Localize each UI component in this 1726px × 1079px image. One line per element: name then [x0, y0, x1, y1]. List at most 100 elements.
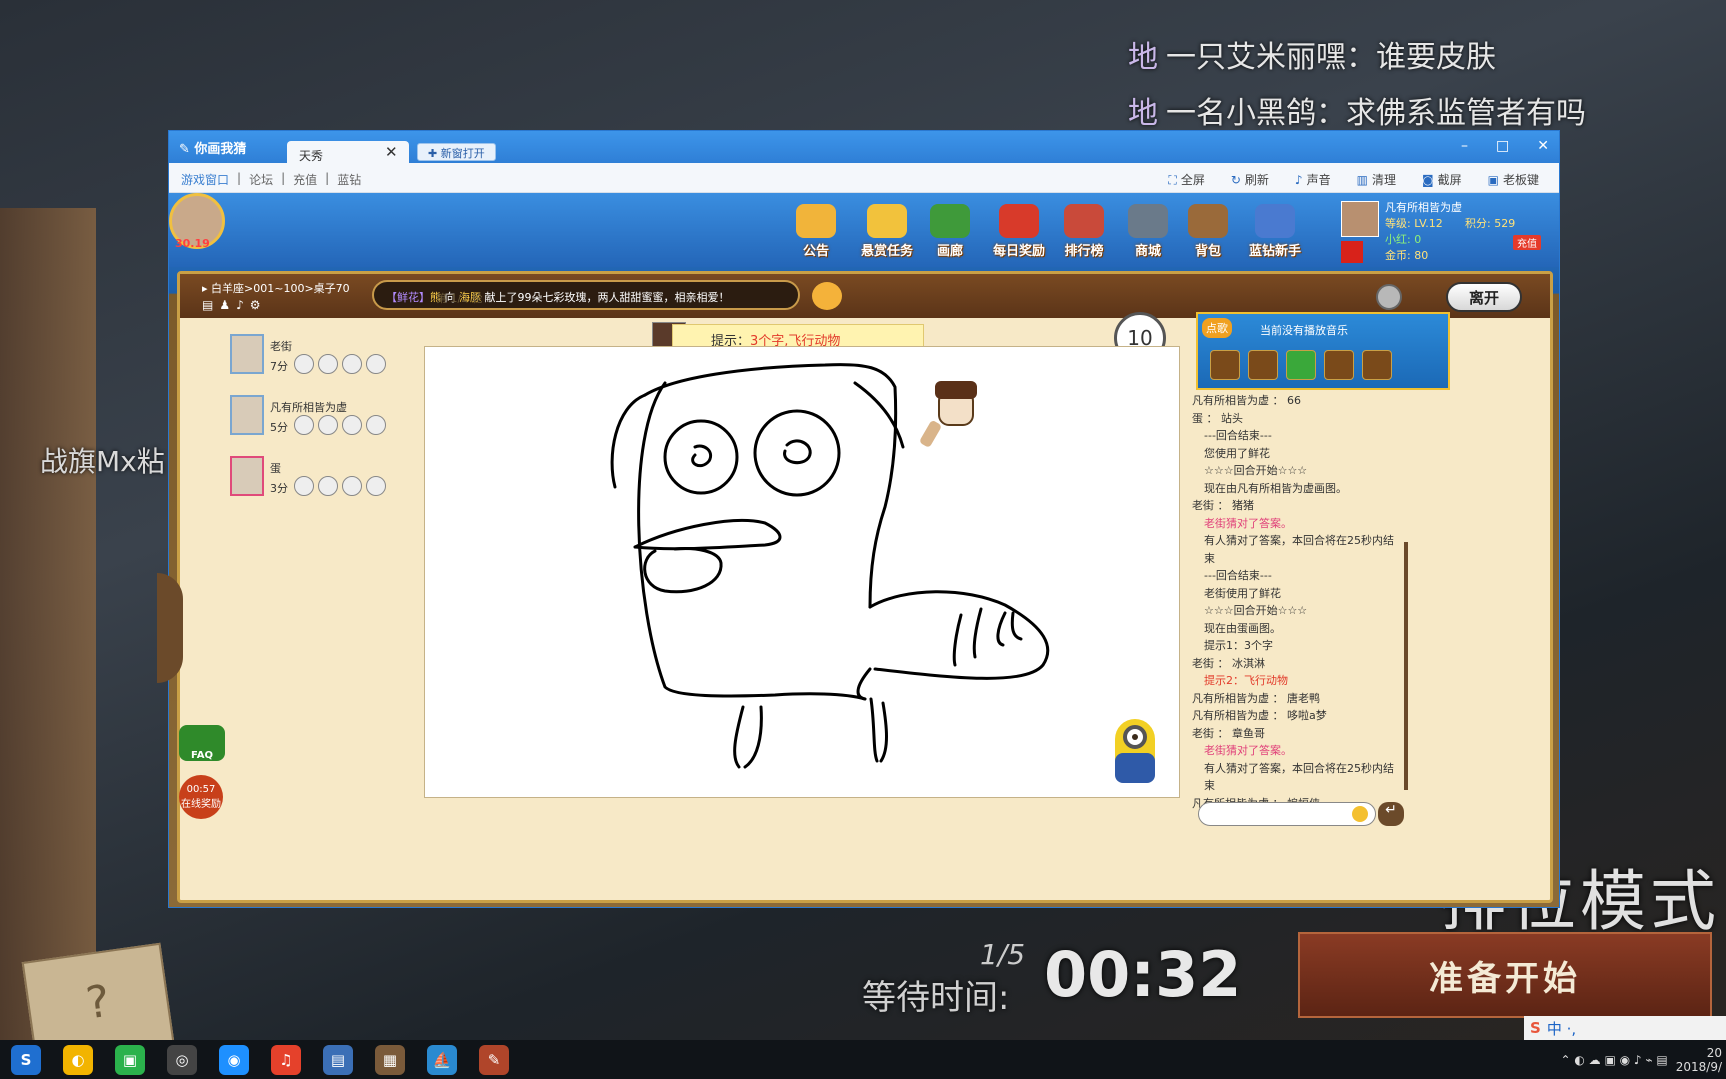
item-slot-icon[interactable] — [1248, 350, 1278, 380]
chat-message: ---回合结束--- — [1204, 569, 1272, 582]
user-points: 积分: 529 — [1465, 217, 1516, 230]
clock[interactable]: 20 2018/9/ — [1676, 1046, 1726, 1074]
boss-key-button[interactable]: ▣ 老板键 — [1488, 171, 1539, 188]
trophy-icon — [867, 204, 907, 238]
gift-icon[interactable] — [366, 354, 386, 374]
mute-icon[interactable] — [318, 354, 338, 374]
player-avatar[interactable] — [230, 334, 264, 374]
maximize-icon[interactable]: □ — [1496, 138, 1509, 154]
player-row[interactable]: 凡有所相皆为虚 5分 — [230, 395, 420, 455]
browser-icon[interactable]: ◉ — [219, 1044, 249, 1075]
menu-blue-diamond[interactable]: 蓝钻 — [337, 171, 361, 188]
chat-message: 现在由凡有所相皆为虚画图。 — [1204, 481, 1347, 495]
chat-message: 凡有所相皆为虚 ： 唐老鸭 — [1192, 691, 1320, 705]
document-icon[interactable]: ▤ — [202, 298, 213, 312]
menu-recharge[interactable]: 充值 — [293, 171, 317, 188]
player-actions — [294, 354, 386, 374]
sogou-icon: S — [1530, 1019, 1541, 1037]
horn-icon[interactable] — [812, 282, 842, 310]
faq-button[interactable]: FAQ — [179, 725, 225, 761]
like-icon[interactable] — [294, 476, 314, 496]
red-packet-icon[interactable] — [1341, 241, 1363, 263]
player-avatar[interactable] — [230, 456, 264, 496]
app-icon[interactable]: ◐ — [63, 1044, 93, 1075]
fullscreen-button[interactable]: ⛶ 全屏 — [1168, 171, 1204, 188]
boat-app-icon[interactable]: ⛵ — [427, 1044, 457, 1075]
chat-message: 老街猜对了答案。 — [1204, 744, 1292, 757]
recharge-button[interactable]: 充值 — [1513, 235, 1541, 250]
player-row[interactable]: 蛋 3分 — [230, 456, 420, 516]
drawing-canvas[interactable] — [424, 346, 1180, 798]
refresh-button[interactable]: ↻ 刷新 — [1231, 171, 1269, 188]
emoji-icon[interactable] — [342, 354, 362, 374]
music-app-icon[interactable]: ♫ — [271, 1044, 301, 1075]
speaker-icon[interactable]: ♪ — [236, 298, 244, 312]
chat-input[interactable] — [1198, 802, 1376, 826]
sound-button[interactable]: ♪ 声音 — [1295, 171, 1331, 188]
speaker-icon: ♪ — [1294, 173, 1303, 187]
menu-links: 游戏窗口 | 论坛 | 充值 | 蓝钻 — [181, 171, 361, 188]
emoji-icon[interactable] — [342, 415, 362, 435]
song-request-button[interactable]: 点歌 — [1202, 318, 1232, 338]
menu-game-window[interactable]: 游戏窗口 — [181, 171, 229, 188]
online-reward-button[interactable]: 00:57 在线奖励 — [179, 775, 223, 819]
mute-icon[interactable] — [318, 415, 338, 435]
ice-cream-sticker — [920, 381, 977, 447]
nav-daily-reward[interactable]: 每日奖励 — [987, 201, 1051, 259]
nav-announcement[interactable]: 公告 — [787, 201, 845, 259]
close-icon[interactable]: ✕ — [1537, 138, 1549, 154]
item-slot-icon[interactable] — [1286, 350, 1316, 380]
nav-gallery[interactable]: 画廊 — [921, 201, 979, 259]
game-window: ✎ 你画我猜 天秀 ✕ ✚ 新窗打开 – □ ✕ 游戏窗口 | 论坛 | 充值 … — [157, 130, 1560, 908]
player-score: 3分 — [270, 482, 288, 495]
screenshot-button[interactable]: ◙ 截屏 — [1422, 171, 1462, 188]
nav-backpack[interactable]: 背包 — [1179, 201, 1237, 259]
minimize-icon[interactable]: – — [1461, 138, 1468, 154]
gift-icon[interactable] — [366, 415, 386, 435]
emoji-icon[interactable] — [1352, 806, 1368, 822]
user-add-icon[interactable]: ♟ — [219, 298, 230, 312]
gift-icon[interactable] — [366, 476, 386, 496]
leave-button[interactable]: 离开 — [1446, 282, 1522, 312]
lock-icon[interactable] — [1376, 284, 1402, 310]
refresh-icon: ↻ — [1230, 173, 1241, 187]
search-icon[interactable]: S — [11, 1044, 41, 1075]
menu-forum[interactable]: 论坛 — [249, 171, 273, 188]
item-slot-icon[interactable] — [1210, 350, 1240, 380]
drawing-sketch — [610, 363, 1155, 783]
ready-button[interactable]: 准备开始 — [1298, 932, 1712, 1018]
fullscreen-icon: ⛶ — [1168, 173, 1177, 187]
chat-scrollbar[interactable] — [1404, 542, 1408, 790]
user-avatar[interactable] — [1341, 201, 1379, 237]
new-tab-button[interactable]: ✚ 新窗打开 — [417, 143, 496, 161]
ime-toolbar[interactable]: S中 ·, — [1524, 1016, 1726, 1040]
send-button[interactable]: ↵ — [1378, 802, 1404, 826]
game-app-icon[interactable]: ▦ — [375, 1044, 405, 1075]
mute-icon[interactable] — [318, 476, 338, 496]
draw-guess-app-icon[interactable]: ✎ — [479, 1044, 509, 1075]
danmaku-tag: 地 — [1128, 40, 1158, 75]
chat-message: 凡有所相皆为虚 ： 66 — [1192, 394, 1301, 407]
settings-icon[interactable]: ⚙ — [250, 298, 261, 312]
emoji-icon[interactable] — [342, 476, 362, 496]
like-icon[interactable] — [294, 415, 314, 435]
nav-leaderboard[interactable]: 排行榜 — [1055, 201, 1113, 259]
nav-blue-diamond-newbie[interactable]: 蓝钻新手 — [1239, 201, 1311, 259]
nav-shop[interactable]: 商城 — [1119, 201, 1177, 259]
close-tab-icon[interactable]: ✕ — [385, 143, 398, 161]
user-level: 等级: LV.12 — [1385, 217, 1443, 230]
nav-bounty-task[interactable]: 悬赏任务 — [853, 201, 921, 259]
menu-separator: | — [325, 171, 330, 185]
like-icon[interactable] — [294, 354, 314, 374]
obs-icon[interactable]: ◎ — [167, 1044, 197, 1075]
player-row[interactable]: 老街 7分 — [230, 334, 420, 394]
document-icon[interactable]: ▤ — [323, 1044, 353, 1075]
player-avatar[interactable] — [230, 395, 264, 435]
clean-button[interactable]: ▥ 清理 — [1357, 171, 1396, 188]
tray-icons[interactable]: ⌃ ◐ ☁ ▣ ◉ ♪ ⌁ ▤ — [1560, 1053, 1667, 1067]
player-list: 老街 7分 凡有所相皆为虚 5分 蛋 3分 — [230, 334, 420, 517]
chat-message: 提示1：3个字 — [1204, 639, 1273, 652]
wait-label: 等待时间: — [862, 978, 1010, 1018]
side-collapse-arrow[interactable] — [157, 573, 183, 683]
iqiyi-icon[interactable]: ▣ — [115, 1044, 145, 1075]
